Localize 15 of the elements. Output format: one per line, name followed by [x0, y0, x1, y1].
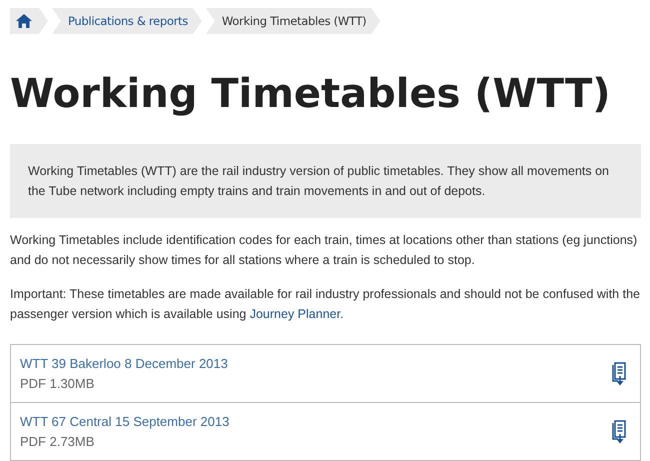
home-link[interactable]: [10, 8, 48, 34]
page-title: Working Timetables (WTT): [10, 70, 612, 119]
document-link[interactable]: WTT 39 Bakerloo 8 December 2013: [20, 354, 228, 374]
file-size: PDF 2.73MB: [20, 432, 96, 450]
home-icon: [16, 14, 32, 28]
intro-text: Working Timetables (WTT) are the rail industry version of public timetables. They show all movements on the Tube network including empty trains and train movements in and out of depots.: [28, 163, 610, 200]
breadcrumb-current: Working Timetables (WTT): [206, 8, 380, 34]
body-paragraph: Important: These timetables are made available for rail industry professionals and should not be confused with the passenger version which is available using Journey Planner.: [10, 286, 641, 323]
document-link[interactable]: WTT 67 Central 15 September 2013: [20, 412, 230, 432]
download-document-icon[interactable]: [612, 362, 628, 386]
file-size: PDF 1.30MB: [20, 374, 96, 392]
journey-planner-link[interactable]: Journey Planner.: [250, 307, 344, 321]
breadcrumb-link[interactable]: Publications & reports: [52, 8, 202, 34]
download-document-icon[interactable]: [612, 420, 628, 444]
body-paragraph: Working Timetables include identification codes for each train, times at locations other than stations (eg junctions) and do not necessarily show times for all stations where a train is scheduled to stop.: [10, 232, 638, 269]
